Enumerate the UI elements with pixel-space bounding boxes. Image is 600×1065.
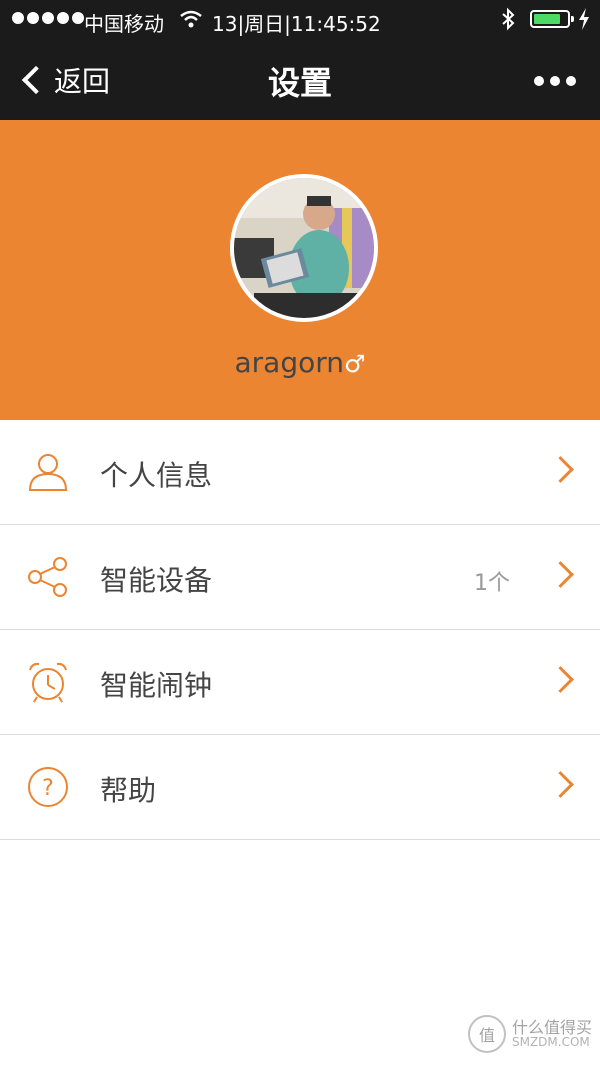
status-bar: 中国移动 13|周日|11:45:52 <box>0 0 600 40</box>
bluetooth-icon <box>500 7 516 36</box>
username: aragorn♂ <box>0 346 600 379</box>
watermark-seal: 值 <box>467 1015 506 1053</box>
menu-item-personal-info[interactable]: 个人信息 <box>0 420 600 525</box>
watermark-text: 什么值得买 SMZDM.COM <box>512 1019 592 1050</box>
more-icon[interactable] <box>534 76 576 86</box>
username-text: aragorn <box>234 346 344 379</box>
wifi-icon <box>180 9 202 33</box>
charging-icon <box>578 8 590 35</box>
status-time: 13|周日|11:45:52 <box>212 12 381 36</box>
chevron-right-icon <box>547 666 574 693</box>
avatar[interactable] <box>230 174 378 322</box>
profile-header: aragorn♂ <box>0 120 600 420</box>
device-count: 1个 <box>474 571 510 596</box>
svg-text:?: ? <box>42 776 54 801</box>
battery-icon <box>530 10 574 28</box>
menu-item-help[interactable]: ? 帮助 <box>0 735 600 840</box>
watermark: 值 什么值得买 SMZDM.COM <box>467 1015 592 1053</box>
menu-label: 个人信息 <box>100 459 213 492</box>
gender-male-icon: ♂ <box>343 350 366 378</box>
carrier-name: 中国移动 <box>84 12 164 36</box>
chevron-right-icon <box>547 456 574 483</box>
menu-label: 帮助 <box>100 774 157 807</box>
watermark-sub: SMZDM.COM <box>511 1035 590 1050</box>
person-icon <box>26 450 70 494</box>
share-icon <box>26 555 70 599</box>
chevron-right-icon <box>547 771 574 798</box>
menu-item-smart-alarm[interactable]: 智能闹钟 <box>0 630 600 735</box>
settings-menu: 个人信息 智能设备 1个 智能闹钟 ? 帮助 <box>0 420 600 840</box>
signal-strength-icon <box>12 12 84 24</box>
page-title: 设置 <box>267 64 332 102</box>
watermark-main: 什么值得买 <box>511 1017 592 1037</box>
nav-bar: 返回 设置 <box>0 40 600 120</box>
menu-label: 智能闹钟 <box>100 669 213 702</box>
alarm-clock-icon <box>26 660 70 704</box>
menu-label: 智能设备 <box>100 564 213 597</box>
help-icon: ? <box>26 765 70 809</box>
chevron-right-icon <box>547 561 574 588</box>
menu-item-smart-devices[interactable]: 智能设备 1个 <box>0 525 600 630</box>
